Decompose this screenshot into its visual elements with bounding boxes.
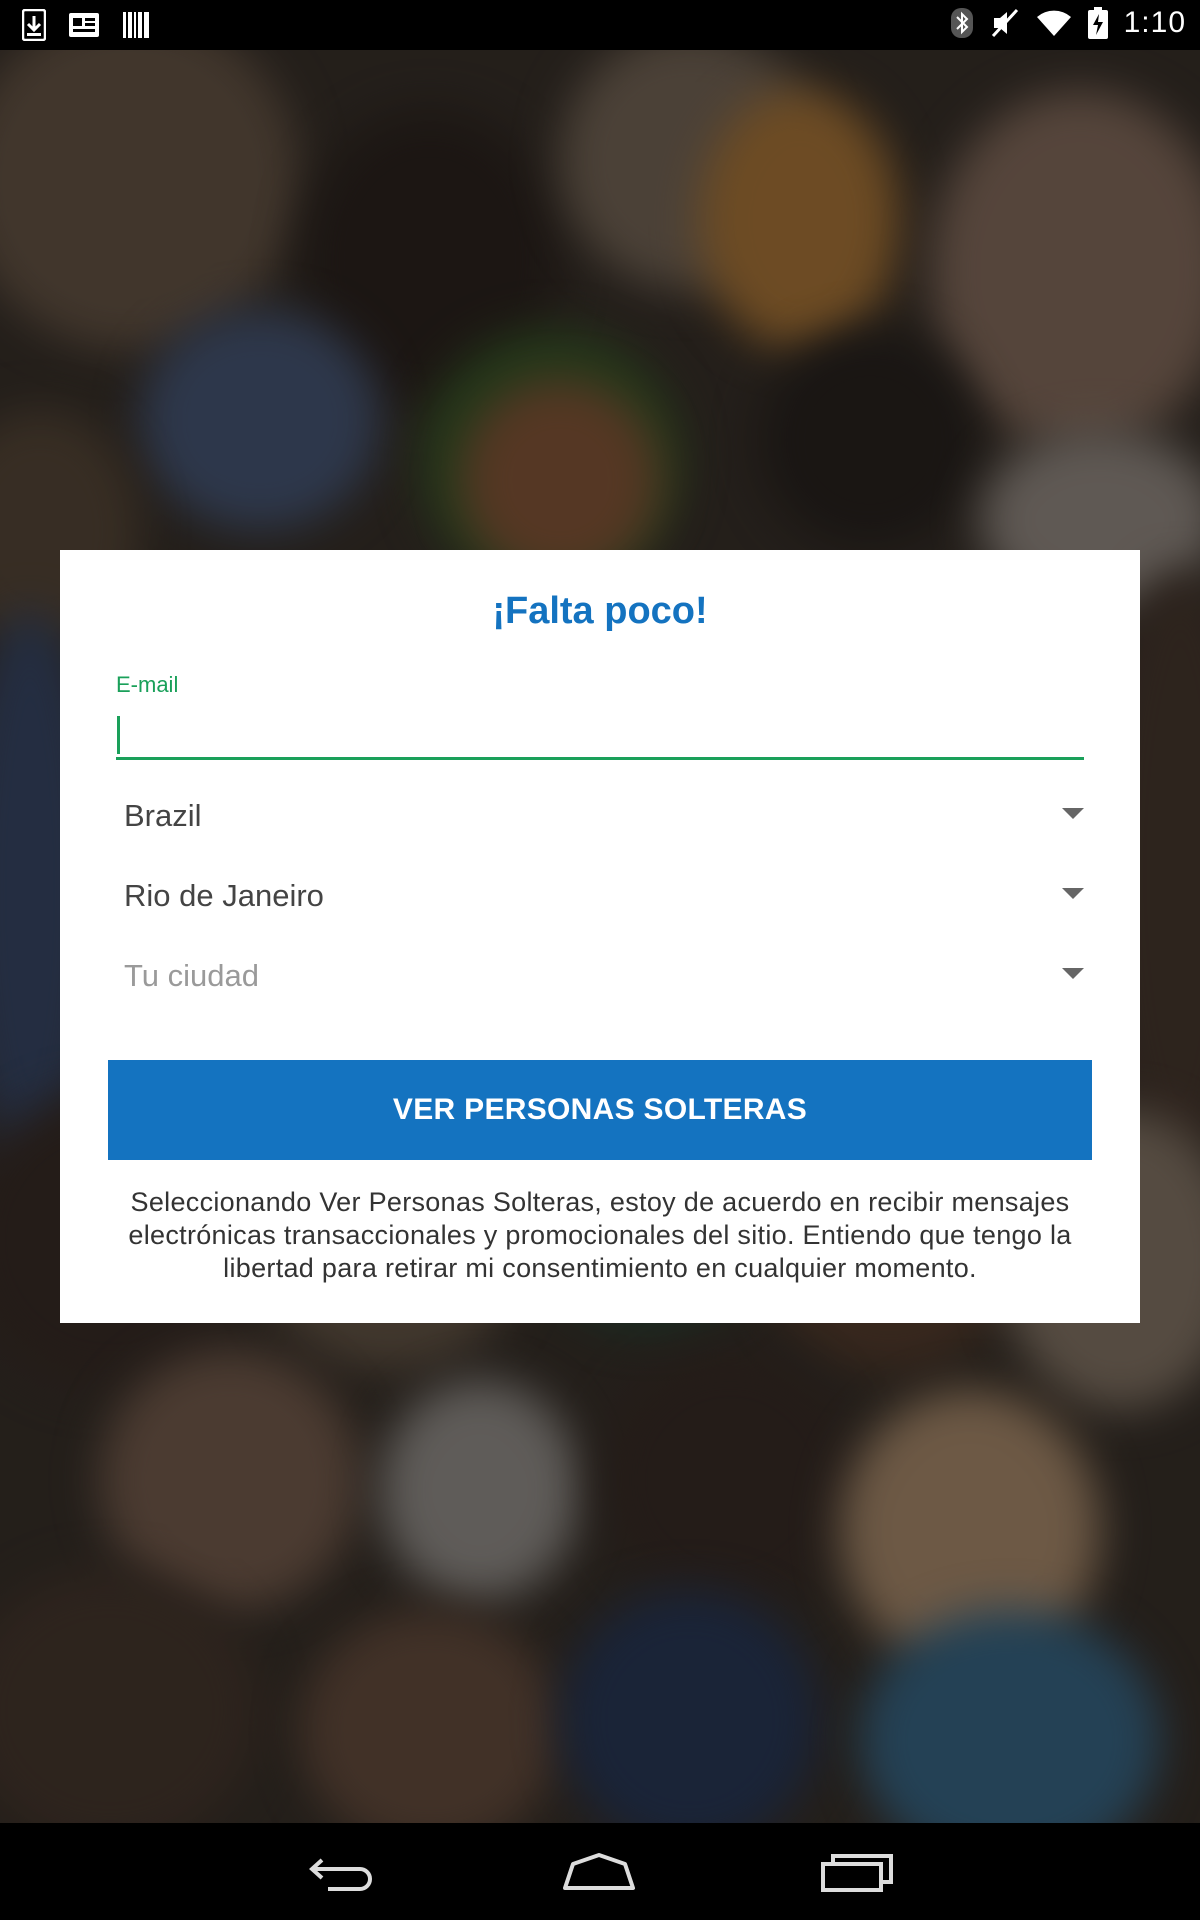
- status-bar: 1:10: [0, 0, 1200, 50]
- clock-time: 1:10: [1123, 6, 1186, 39]
- mute-icon: [990, 7, 1020, 39]
- home-button[interactable]: [554, 1845, 644, 1899]
- state-select-value: Rio de Janeiro: [124, 878, 324, 913]
- email-label: E-mail: [116, 672, 179, 697]
- recent-apps-icon: [821, 1854, 893, 1892]
- city-select[interactable]: Tu ciudad: [124, 948, 1084, 1008]
- battery-charging-icon: [1087, 7, 1108, 39]
- consent-text: Seleccionando Ver Personas Solteras, est…: [128, 1187, 1072, 1283]
- bluetooth-icon: [950, 7, 974, 39]
- download-icon: [22, 9, 46, 41]
- dialog-title: ¡Falta poco!: [492, 590, 708, 632]
- navigation-bar: [0, 1823, 1200, 1920]
- chevron-down-icon: [1062, 968, 1084, 979]
- barcode-icon: [122, 11, 150, 39]
- chevron-down-icon: [1062, 888, 1084, 899]
- view-singles-button[interactable]: VER PERSONAS SOLTERAS: [108, 1060, 1092, 1160]
- news-icon: [68, 12, 100, 38]
- back-button[interactable]: [298, 1845, 388, 1899]
- home-icon: [563, 1853, 635, 1890]
- country-select[interactable]: Brazil: [124, 788, 1084, 848]
- text-cursor: [117, 716, 120, 754]
- signup-dialog: ¡Falta poco! E-mail Brazil Rio de Janeir…: [60, 550, 1140, 1323]
- chevron-down-icon: [1062, 808, 1084, 819]
- email-input[interactable]: [116, 710, 1084, 760]
- wifi-icon: [1036, 8, 1072, 38]
- country-select-value: Brazil: [124, 798, 202, 833]
- recent-apps-button[interactable]: [812, 1845, 902, 1899]
- city-select-placeholder: Tu ciudad: [124, 958, 259, 993]
- back-icon: [309, 1858, 372, 1891]
- state-select[interactable]: Rio de Janeiro: [124, 868, 1084, 928]
